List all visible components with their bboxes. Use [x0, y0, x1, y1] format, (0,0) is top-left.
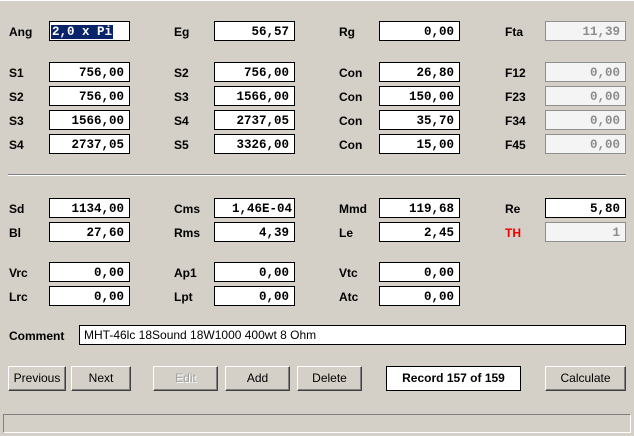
record-indicator: Record 157 of 159	[386, 366, 521, 391]
s4-field[interactable]: 2737,05	[214, 110, 295, 130]
mmd-label: Mmd	[339, 202, 367, 216]
vtc-label: Vtc	[339, 266, 358, 280]
th-field: 1	[545, 222, 626, 242]
atc-field[interactable]: 0,00	[379, 286, 460, 306]
rms-label: Rms	[174, 226, 201, 240]
sd-label: Sd	[9, 202, 25, 216]
f45-field: 0,00	[545, 134, 626, 154]
comment-label: Comment	[9, 329, 65, 343]
s1-field[interactable]: 756,00	[49, 62, 130, 82]
f45-label: F45	[505, 138, 526, 152]
le-label: Le	[339, 226, 354, 240]
re-field[interactable]: 5,80	[545, 198, 626, 218]
s4-field-b[interactable]: 2737,05	[49, 134, 130, 154]
re-label: Re	[505, 202, 521, 216]
con-field-3[interactable]: 35,70	[379, 110, 460, 130]
rms-field[interactable]: 4,39	[214, 222, 295, 242]
s4-label: S4	[174, 114, 189, 128]
bl-field[interactable]: 27,60	[49, 222, 130, 242]
bl-label: Bl	[9, 226, 21, 240]
atc-label: Atc	[339, 290, 359, 304]
con-label-1: Con	[339, 66, 363, 80]
lrc-label: Lrc	[9, 290, 28, 304]
f12-label: F12	[505, 66, 526, 80]
con-label-4: Con	[339, 138, 363, 152]
s5-field[interactable]: 3326,00	[214, 134, 295, 154]
s3-field[interactable]: 1566,00	[214, 86, 295, 106]
previous-button[interactable]: Previous	[8, 366, 66, 391]
section-divider	[8, 174, 626, 176]
s3-label: S3	[174, 90, 189, 104]
s2-label-b: S2	[9, 90, 24, 104]
rg-field[interactable]: 0,00	[379, 21, 460, 41]
f34-field: 0,00	[545, 110, 626, 130]
add-button[interactable]: Add	[225, 366, 290, 391]
cms-label: Cms	[174, 202, 201, 216]
eg-field[interactable]: 56,57	[214, 21, 295, 41]
comment-field[interactable]: MHT-46lc 18Sound 18W1000 400wt 8 Ohm	[79, 325, 626, 345]
lpt-label: Lpt	[174, 290, 193, 304]
s3-label-b: S3	[9, 114, 24, 128]
cms-field[interactable]: 1,46E-04	[214, 198, 295, 218]
th-label: TH	[505, 226, 521, 240]
delete-button[interactable]: Delete	[297, 366, 362, 391]
f34-label: F34	[505, 114, 526, 128]
con-field-4[interactable]: 15,00	[379, 134, 460, 154]
ang-selected-text: 2,0 x Pi	[51, 25, 114, 39]
con-label-3: Con	[339, 114, 363, 128]
window-top-edge	[0, 0, 634, 1]
con-field-1[interactable]: 26,80	[379, 62, 460, 82]
s5-label: S5	[174, 138, 189, 152]
s4-label-b: S4	[9, 138, 24, 152]
eg-label: Eg	[174, 25, 190, 39]
edit-button[interactable]: Edit	[153, 366, 218, 391]
calculate-button[interactable]: Calculate	[545, 366, 626, 391]
s2-label: S2	[174, 66, 189, 80]
lrc-field[interactable]: 0,00	[49, 286, 130, 306]
s3-field-b[interactable]: 1566,00	[49, 110, 130, 130]
vrc-label: Vrc	[9, 266, 28, 280]
s2-field-b[interactable]: 756,00	[49, 86, 130, 106]
ang-field[interactable]: 2,0 x Pi	[49, 21, 130, 41]
fta-label: Fta	[505, 25, 523, 39]
le-field[interactable]: 2,45	[379, 222, 460, 242]
f12-field: 0,00	[545, 62, 626, 82]
vrc-field[interactable]: 0,00	[49, 262, 130, 282]
ap1-label: Ap1	[174, 266, 197, 280]
f23-field: 0,00	[545, 86, 626, 106]
next-button[interactable]: Next	[71, 366, 131, 391]
status-bar	[3, 414, 631, 433]
rg-label: Rg	[339, 25, 355, 39]
ang-label: Ang	[9, 25, 33, 39]
mmd-field[interactable]: 119,68	[379, 198, 460, 218]
s1-label: S1	[9, 66, 24, 80]
vtc-field[interactable]: 0,00	[379, 262, 460, 282]
ap1-field[interactable]: 0,00	[214, 262, 295, 282]
f23-label: F23	[505, 90, 526, 104]
con-field-2[interactable]: 150,00	[379, 86, 460, 106]
fta-field: 11,39	[545, 21, 626, 41]
sd-field[interactable]: 1134,00	[49, 198, 130, 218]
con-label-2: Con	[339, 90, 363, 104]
lpt-field[interactable]: 0,00	[214, 286, 295, 306]
s2-field[interactable]: 756,00	[214, 62, 295, 82]
